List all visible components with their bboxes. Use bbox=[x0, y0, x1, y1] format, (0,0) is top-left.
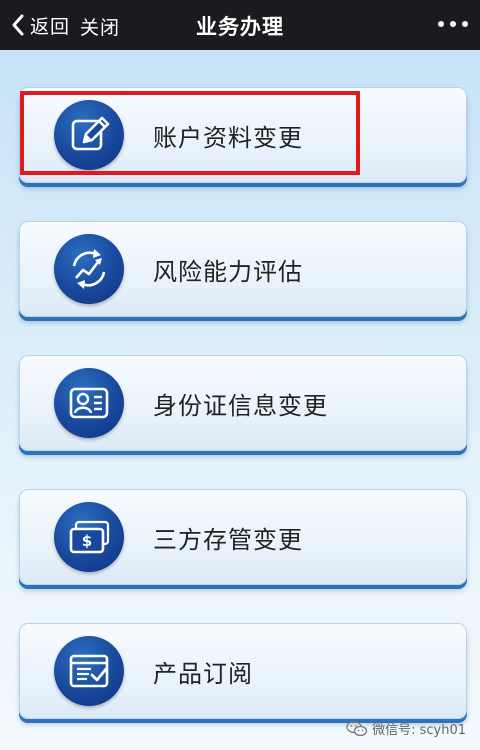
menu-item-label: 产品订阅 bbox=[153, 660, 253, 688]
top-bar: 返回 关闭 业务办理 bbox=[0, 0, 480, 50]
trend-chart-icon bbox=[54, 234, 124, 304]
highlight-box bbox=[20, 91, 360, 175]
subscription-icon bbox=[54, 636, 124, 706]
more-dot-icon bbox=[438, 21, 444, 27]
menu-item-product-subscription[interactable]: 产品订阅 bbox=[19, 623, 467, 719]
money-card-icon: $ bbox=[54, 502, 124, 572]
page-title: 业务办理 bbox=[196, 15, 284, 39]
menu-item-risk-assessment[interactable]: 风险能力评估 bbox=[19, 221, 467, 317]
menu-item-label: 风险能力评估 bbox=[153, 258, 303, 286]
menu-item-label: 身份证信息变更 bbox=[153, 392, 328, 420]
menu-item-third-party-custody-change[interactable]: $ 三方存管变更 bbox=[19, 489, 467, 585]
svg-text:$: $ bbox=[82, 532, 92, 550]
watermark-text: 微信号: scyh01 bbox=[372, 723, 466, 738]
more-dot-icon bbox=[462, 21, 468, 27]
wechat-watermark: 微信号: scyh01 bbox=[346, 719, 466, 738]
id-card-icon bbox=[54, 368, 124, 438]
more-dot-icon bbox=[450, 21, 456, 27]
wechat-icon bbox=[346, 720, 368, 736]
more-options-button[interactable] bbox=[438, 16, 468, 32]
menu-item-label: 三方存管变更 bbox=[153, 526, 303, 554]
menu-item-id-card-change[interactable]: 身份证信息变更 bbox=[19, 355, 467, 451]
